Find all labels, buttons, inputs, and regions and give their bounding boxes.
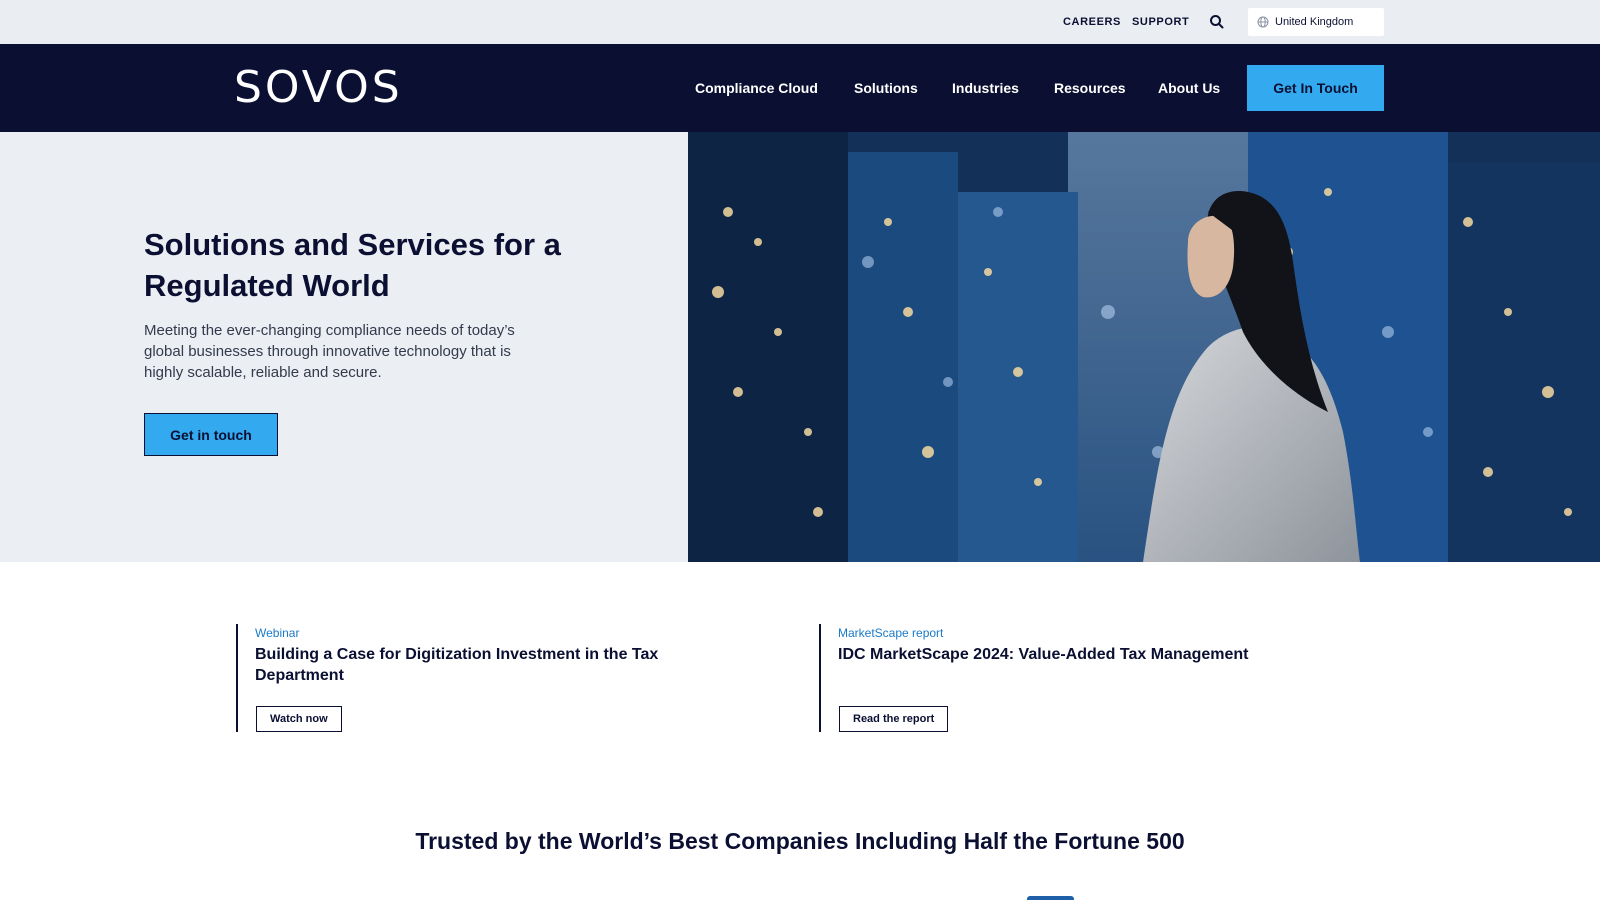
promo-tag: Webinar [255,626,300,640]
utility-bar: CAREERS SUPPORT United Kingdom [0,0,1600,44]
hero-title: Solutions and Services for a Regulated W… [144,227,561,303]
sovos-logo[interactable]: SOVOS [234,62,403,113]
nav-solutions[interactable]: Solutions [854,80,918,96]
careers-link[interactable]: CAREERS [1063,16,1121,28]
read-report-button[interactable]: Read the report [839,706,949,732]
promo-card-webinar: Webinar Building a Case for Digitization… [236,624,685,732]
hero-section: Solutions and Services for a Regulated W… [0,132,1600,562]
company-logo-partial [1027,896,1074,900]
nav-industries[interactable]: Industries [952,80,1019,96]
get-in-touch-button[interactable]: Get In Touch [1247,65,1384,111]
promo-card-report: MarketScape report IDC MarketScape 2024:… [819,624,1268,732]
search-icon[interactable] [1208,13,1226,31]
city-night-illustration [688,132,1600,562]
promo-title[interactable]: Building a Case for Digitization Investm… [255,644,685,686]
region-label: United Kingdom [1275,16,1354,28]
nav-compliance-cloud[interactable]: Compliance Cloud [695,80,818,96]
promo-title[interactable]: IDC MarketScape 2024: Value-Added Tax Ma… [838,644,1268,665]
hero-image [688,132,1600,562]
hero-description: Meeting the ever-changing compliance nee… [144,322,515,381]
nav-resources[interactable]: Resources [1054,80,1126,96]
region-selector[interactable]: United Kingdom [1248,8,1384,36]
globe-icon [1257,16,1269,28]
main-nav: SOVOS Compliance Cloud Solutions Industr… [0,44,1600,132]
watch-now-button[interactable]: Watch now [256,706,342,732]
trusted-heading: Trusted by the World’s Best Companies In… [415,828,1185,854]
promo-tag: MarketScape report [838,626,944,640]
hero-get-in-touch-button[interactable]: Get in touch [144,413,278,456]
support-link[interactable]: SUPPORT [1132,16,1189,28]
nav-about-us[interactable]: About Us [1158,80,1220,96]
